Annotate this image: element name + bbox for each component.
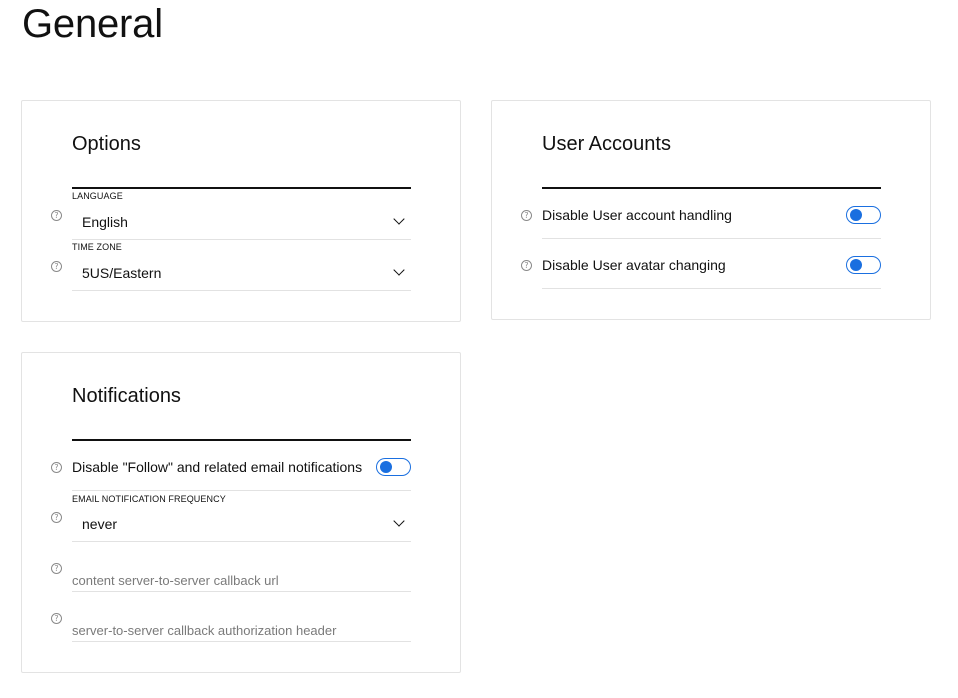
user-account-handling-row: Disable User account handling [542,189,881,239]
question-circle-icon[interactable]: ? [51,210,62,221]
question-circle-icon[interactable]: ? [51,462,62,473]
toggle-knob [850,259,862,271]
follow-notifications-row: Disable "Follow" and related email notif… [72,441,411,491]
question-circle-icon[interactable]: ? [521,210,532,221]
language-label: LANGUAGE [72,191,123,201]
question-circle-icon[interactable]: ? [51,563,62,574]
question-circle-icon[interactable]: ? [51,261,62,272]
user-avatar-changing-row: Disable User avatar changing [542,239,881,289]
language-value: English [82,214,128,230]
user-account-handling-toggle[interactable] [846,206,881,224]
time-zone-value: 5US/Eastern [82,265,162,281]
callback-auth-header-input[interactable] [72,620,411,642]
title-divider [72,187,411,189]
email-frequency-label: EMAIL NOTIFICATION FREQUENCY [72,494,226,504]
chevron-down-icon [393,515,405,527]
toggle-knob [850,209,862,221]
page-title: General [22,2,163,46]
user-accounts-title: User Accounts [542,133,671,155]
user-accounts-card: User Accounts ? Disable User account han… [491,100,931,320]
question-circle-icon[interactable]: ? [51,613,62,624]
question-circle-icon[interactable]: ? [51,512,62,523]
time-zone-select[interactable]: TIME ZONE 5US/Eastern [72,242,411,291]
email-frequency-select[interactable]: EMAIL NOTIFICATION FREQUENCY never [72,494,411,542]
chevron-down-icon [393,264,405,276]
user-avatar-changing-label: Disable User avatar changing [542,257,726,273]
options-title: Options [72,133,141,155]
options-card: Options ? LANGUAGE English ? TIME ZONE 5… [21,100,461,322]
email-frequency-value: never [82,516,118,532]
follow-notifications-toggle[interactable] [376,458,411,476]
user-account-handling-label: Disable User account handling [542,207,732,223]
toggle-knob [380,461,392,473]
user-avatar-changing-toggle[interactable] [846,256,881,274]
follow-notifications-label: Disable "Follow" and related email notif… [72,459,363,475]
chevron-down-icon [393,213,405,225]
time-zone-label: TIME ZONE [72,242,122,252]
callback-url-input[interactable] [72,570,411,592]
language-select[interactable]: LANGUAGE English [72,191,411,240]
notifications-title: Notifications [72,385,181,407]
notifications-card: Notifications ? Disable "Follow" and rel… [21,352,461,673]
question-circle-icon[interactable]: ? [521,260,532,271]
